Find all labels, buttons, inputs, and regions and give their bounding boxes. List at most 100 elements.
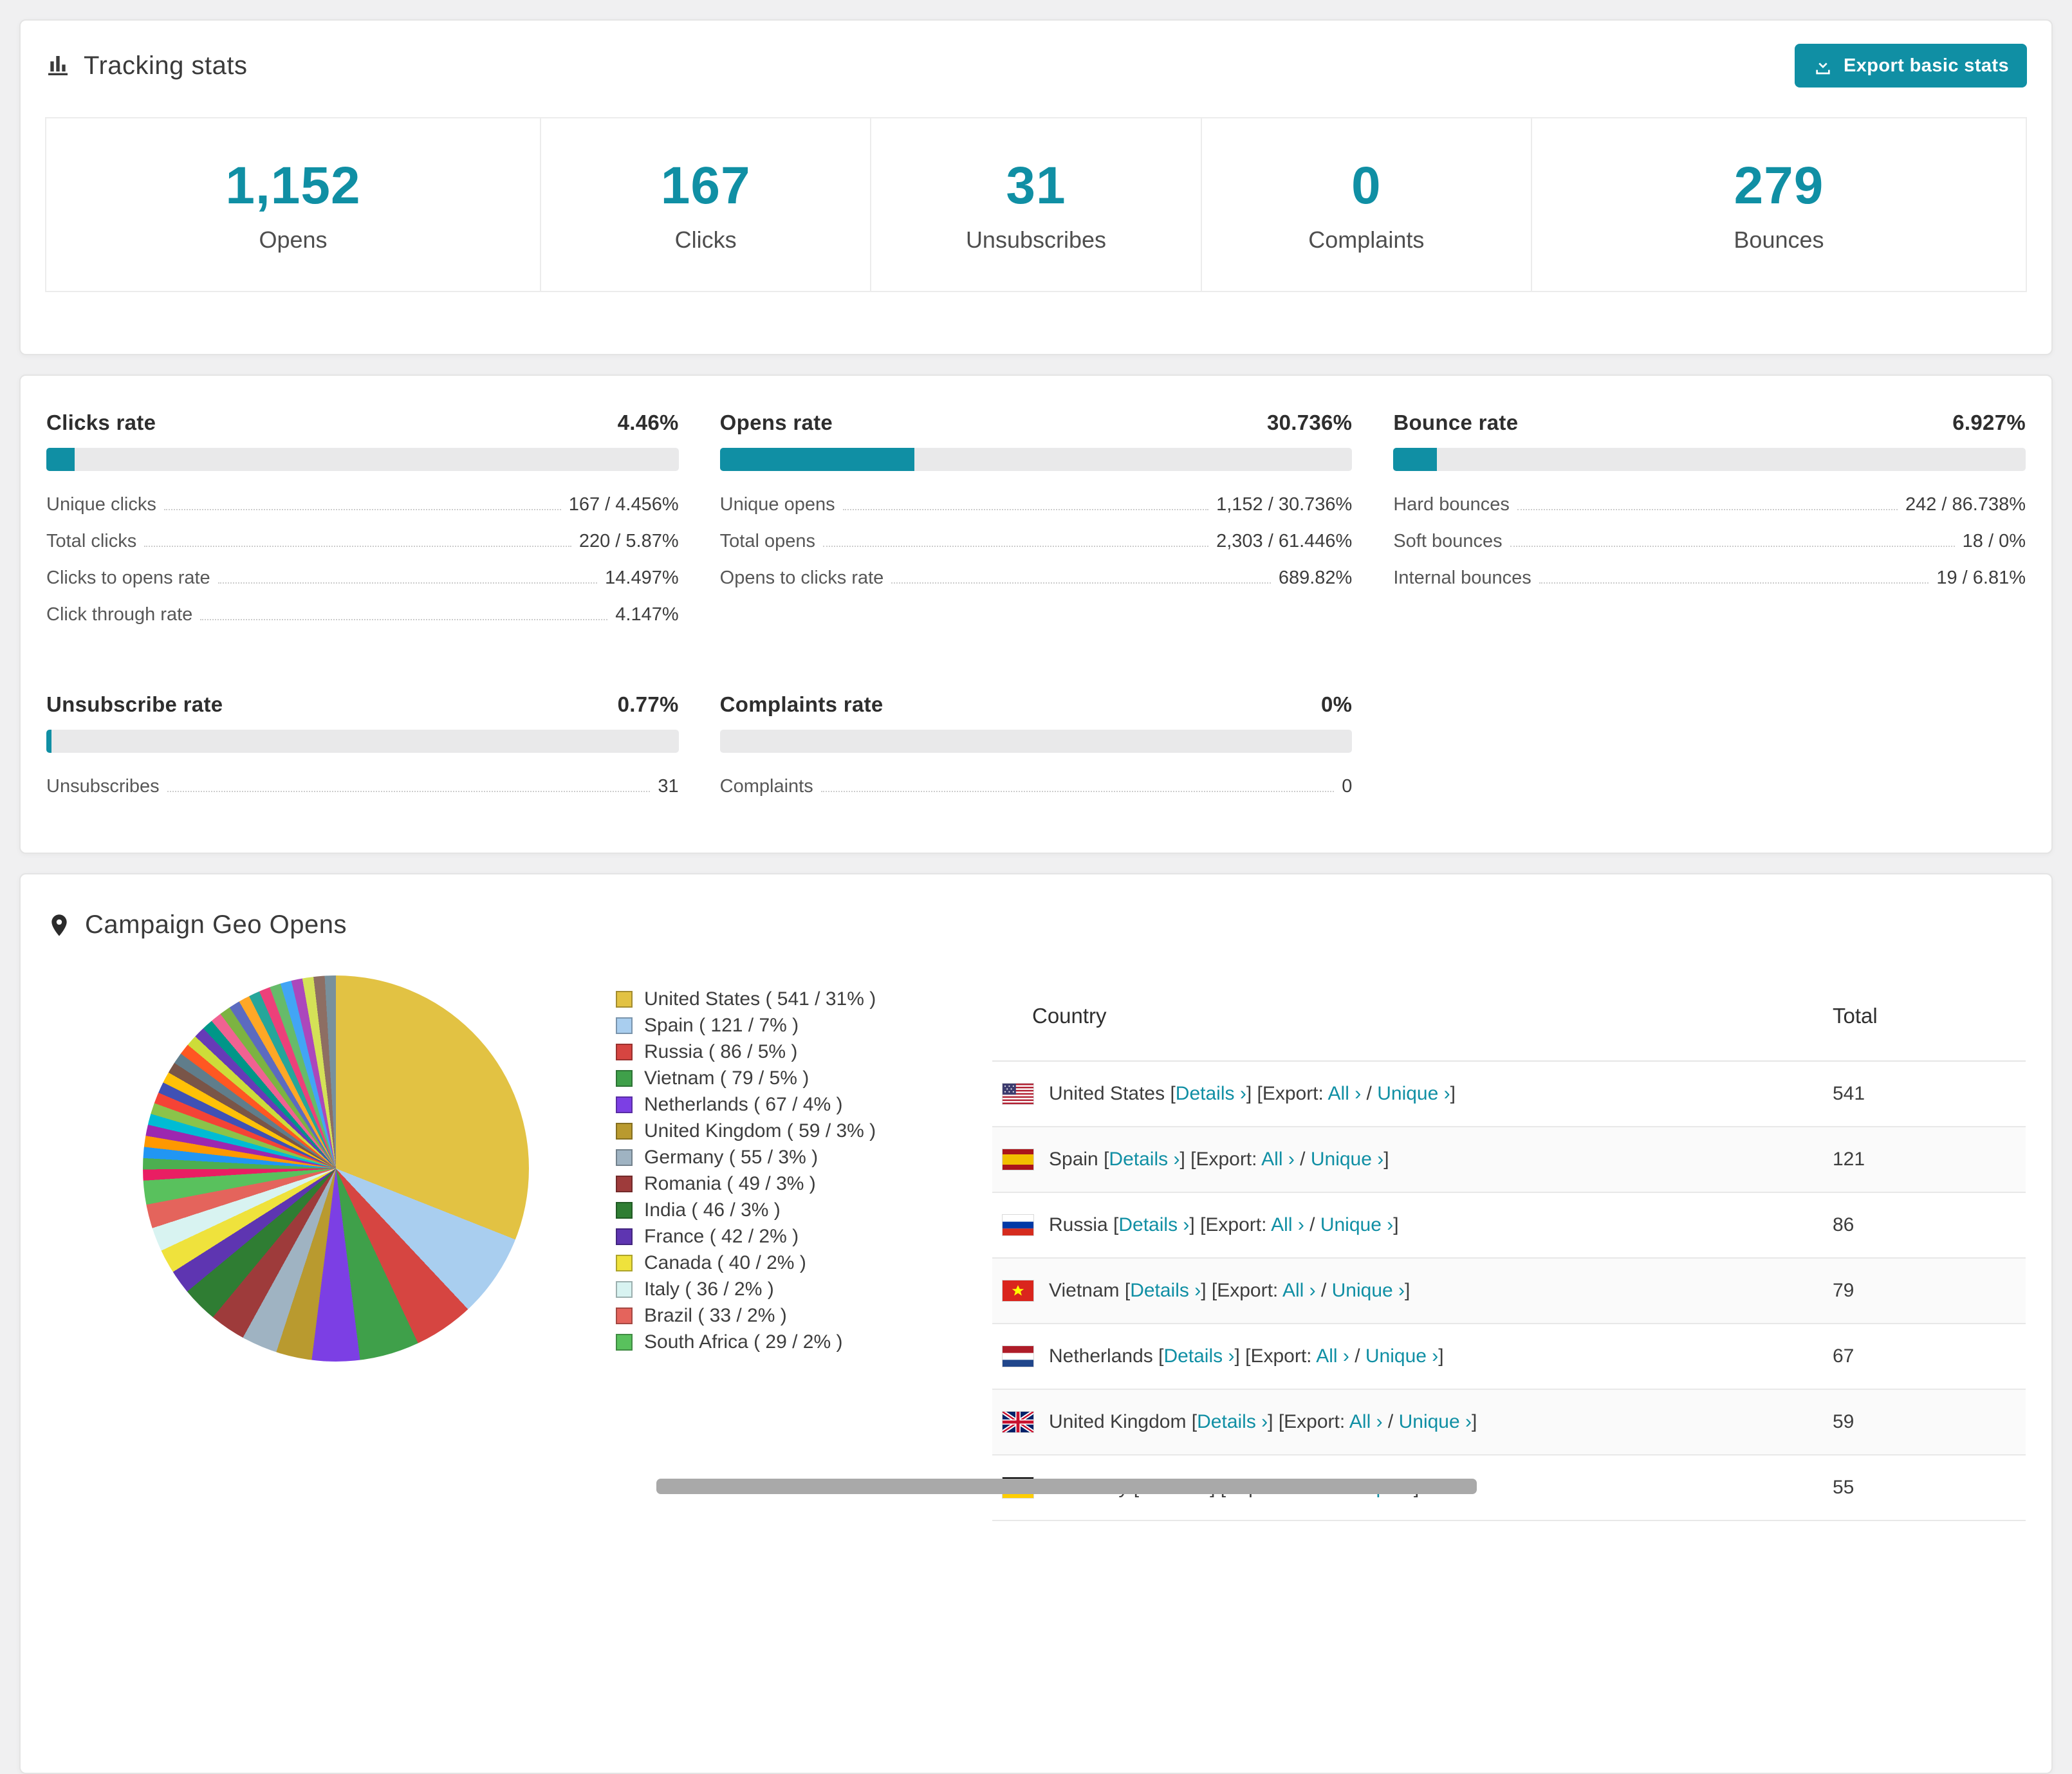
stat-box-unsubscribes: 31 Unsubscribes <box>870 117 1202 292</box>
rate-stat-row: Opens to clicks rate 689.82% <box>720 560 1353 596</box>
rate-stat-label: Click through rate <box>46 604 193 625</box>
geo-header: Campaign Geo Opens <box>46 910 2026 939</box>
export-all-link[interactable]: All › <box>1316 1345 1349 1367</box>
rate-stat-row: Internal bounces 19 / 6.81% <box>1393 560 2026 596</box>
legend-item[interactable]: Germany ( 55 / 3% ) <box>616 1144 921 1170</box>
rate-progress-bar <box>719 448 1353 471</box>
export-unique-link[interactable]: Unique › <box>1377 1083 1450 1104</box>
legend-item[interactable]: South Africa ( 29 / 2% ) <box>616 1329 921 1355</box>
country-name: Netherlands <box>1049 1345 1153 1367</box>
dotted-leader <box>167 791 651 792</box>
legend-item[interactable]: Canada ( 40 / 2% ) <box>616 1250 921 1276</box>
export-all-link[interactable]: All › <box>1282 1280 1316 1301</box>
legend-item[interactable]: India ( 46 / 3% ) <box>616 1197 921 1223</box>
details-link[interactable]: Details › <box>1197 1411 1268 1432</box>
details-link[interactable]: Details › <box>1130 1280 1201 1301</box>
legend-item[interactable]: Spain ( 121 / 7% ) <box>616 1012 921 1039</box>
legend-item[interactable]: Italy ( 36 / 2% ) <box>616 1276 921 1302</box>
dotted-leader <box>1539 582 1929 584</box>
export-unique-link[interactable]: Unique › <box>1365 1345 1438 1367</box>
export-all-link[interactable]: All › <box>1271 1214 1304 1235</box>
geo-pie-chart[interactable] <box>143 975 529 1362</box>
rate-stat-value: 18 / 0% <box>1962 531 2026 551</box>
rate-head: Unsubscribe rate 0.77% <box>46 692 679 717</box>
dotted-leader <box>200 619 608 620</box>
rate-block-unsubscribe-rate: Unsubscribe rate 0.77% Unsubscribes 31 <box>46 692 679 805</box>
export-unique-link[interactable]: Unique › <box>1332 1280 1405 1301</box>
legend-swatch <box>616 1307 633 1324</box>
legend-label: United States ( 541 / 31% ) <box>644 988 876 1010</box>
legend-swatch <box>616 1069 633 1087</box>
details-link[interactable]: Details › <box>1176 1083 1246 1104</box>
bar-chart-icon <box>45 53 71 79</box>
rate-stat-label: Total opens <box>719 531 815 551</box>
rate-stat-value: 2,303 / 61.446% <box>1216 531 1353 551</box>
rate-stat-row: Click through rate 4.147% <box>46 596 679 633</box>
geo-table-body: United States [Details ›] [Export: All ›… <box>992 1062 2026 1521</box>
details-link[interactable]: Details › <box>1163 1345 1234 1367</box>
export-all-link[interactable]: All › <box>1261 1149 1295 1170</box>
rate-progress-fill <box>46 730 51 753</box>
stat-label: Bounces <box>1734 226 1824 253</box>
legend-label: Romania ( 49 / 3% ) <box>644 1172 816 1194</box>
legend-label: Brazil ( 33 / 2% ) <box>644 1304 787 1326</box>
rate-name: Opens rate <box>719 411 833 434</box>
rate-stat-label: Unsubscribes <box>46 776 160 797</box>
country-name: Russia <box>1049 1214 1108 1235</box>
rate-name: Bounce rate <box>1393 411 1519 434</box>
rate-head: Opens rate 30.736% <box>720 411 1353 435</box>
country-column-header: Country <box>1032 1004 1107 1028</box>
rate-stat-label: Unique clicks <box>46 494 156 515</box>
stat-box-opens: 1,152 Opens <box>45 117 541 292</box>
legend-item[interactable]: Brazil ( 33 / 2% ) <box>616 1302 921 1329</box>
country-total: 59 <box>1833 1411 1855 1432</box>
stat-label: Clicks <box>674 226 737 253</box>
export-all-link[interactable]: All › <box>1349 1411 1383 1432</box>
legend-swatch <box>616 1043 633 1060</box>
legend-label: United Kingdom ( 59 / 3% ) <box>644 1120 876 1141</box>
rate-name: Complaints rate <box>719 692 883 716</box>
horizontal-scrollbar-thumb[interactable] <box>656 1479 1477 1494</box>
legend-item[interactable]: United States ( 541 / 31% ) <box>616 986 921 1012</box>
flag-es-icon <box>1003 1149 1033 1170</box>
flag-nl-icon <box>1003 1346 1033 1367</box>
rate-block-opens-rate: Opens rate 30.736% Unique opens 1,152 / … <box>719 411 1353 633</box>
rate-rows: Unique opens 1,152 / 30.736% Total opens… <box>720 486 1353 596</box>
legend-swatch <box>616 1017 633 1034</box>
rate-head: Clicks rate 4.46% <box>46 411 679 435</box>
country-cell: Spain [Details ›] [Export: All › / Uniqu… <box>1003 1149 1833 1170</box>
legend-item[interactable]: Romania ( 49 / 3% ) <box>616 1170 921 1197</box>
rate-stat-value: 689.82% <box>1278 568 1353 588</box>
geo-table-row-spain: Spain [Details ›] [Export: All › / Uniqu… <box>992 1127 2026 1193</box>
legend-item[interactable]: United Kingdom ( 59 / 3% ) <box>616 1118 921 1144</box>
geo-title-text: Campaign Geo Opens <box>85 910 347 939</box>
rate-percentage: 0.77% <box>617 692 679 716</box>
rate-stat-label: Unique opens <box>719 494 835 515</box>
legend-item[interactable]: Russia ( 86 / 5% ) <box>616 1039 921 1065</box>
country-total: 67 <box>1833 1345 1855 1367</box>
legend-item[interactable]: Vietnam ( 79 / 5% ) <box>616 1065 921 1091</box>
details-link[interactable]: Details › <box>1118 1214 1189 1235</box>
details-link[interactable]: Details › <box>1109 1149 1179 1170</box>
export-basic-stats-button[interactable]: Export basic stats <box>1794 44 2027 88</box>
stat-label: Unsubscribes <box>965 226 1107 253</box>
geo-table: Country Total United States [Details ›] … <box>992 975 2026 1521</box>
rate-rows: Hard bounces 242 / 86.738% Soft bounces … <box>1393 486 2026 596</box>
export-all-link[interactable]: All › <box>1328 1083 1362 1104</box>
rate-rows: Unique clicks 167 / 4.456% Total clicks … <box>46 486 679 633</box>
export-unique-link[interactable]: Unique › <box>1399 1411 1472 1432</box>
flag-gb-icon <box>1003 1412 1033 1432</box>
legend-item[interactable]: Netherlands ( 67 / 4% ) <box>616 1091 921 1118</box>
dotted-leader <box>891 582 1271 584</box>
rate-stat-label: Hard bounces <box>1393 494 1510 515</box>
tracking-stats-title: Tracking stats <box>45 51 247 80</box>
country-text: Vietnam [Details ›] [Export: All › / Uni… <box>1049 1280 1411 1301</box>
rate-stat-row: Complaints 0 <box>720 768 1353 805</box>
legend-label: Italy ( 36 / 2% ) <box>644 1278 774 1300</box>
export-unique-link[interactable]: Unique › <box>1311 1149 1383 1170</box>
dotted-leader <box>842 509 1209 510</box>
legend-item[interactable]: France ( 42 / 2% ) <box>616 1223 921 1250</box>
export-unique-link[interactable]: Unique › <box>1320 1214 1393 1235</box>
rate-percentage: 0% <box>1321 692 1353 716</box>
dotted-leader <box>163 509 561 510</box>
